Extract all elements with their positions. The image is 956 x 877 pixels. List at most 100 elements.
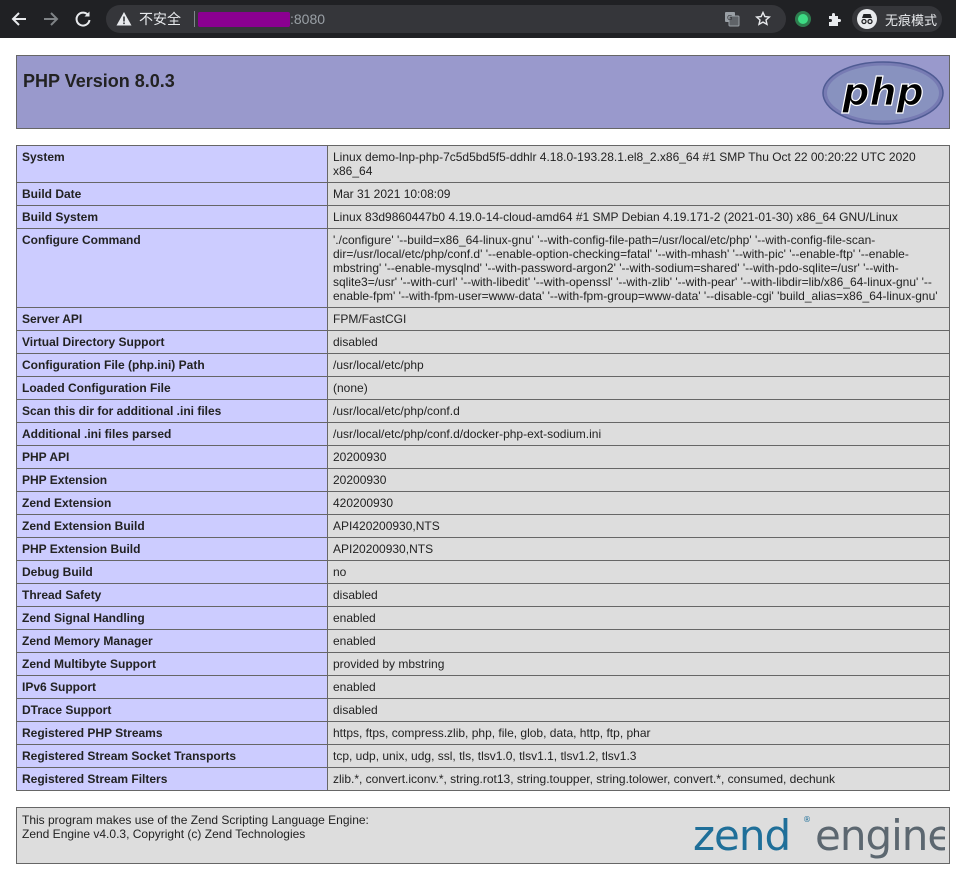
row-key: System [16, 145, 328, 183]
zend-notice: This program makes use of the Zend Scrip… [22, 813, 369, 841]
svg-text:php: php [841, 70, 923, 114]
svg-text:G: G [727, 14, 732, 22]
row-value: API420200930,NTS [327, 514, 950, 538]
table-row: Virtual Directory Support disabled [16, 330, 950, 354]
row-key: PHP Extension [16, 468, 328, 492]
row-value: disabled [327, 583, 950, 607]
table-row: IPv6 Support enabled [16, 675, 950, 699]
row-value: enabled [327, 629, 950, 653]
back-button[interactable] [7, 7, 31, 31]
row-value: './configure' '--build=x86_64-linux-gnu'… [327, 228, 950, 308]
security-label[interactable]: 不安全 [139, 11, 181, 27]
zend-engine-logo[interactable]: zend ® engine [693, 812, 945, 860]
table-row: Zend Signal Handling enabled [16, 606, 950, 630]
table-row: DTrace Support disabled [16, 698, 950, 722]
row-key: Zend Memory Manager [16, 629, 328, 653]
reload-button[interactable] [71, 7, 95, 31]
translate-icon[interactable]: G [724, 11, 740, 27]
row-value: /usr/local/etc/php/conf.d [327, 399, 950, 423]
row-key: Loaded Configuration File [16, 376, 328, 400]
table-row: Additional .ini files parsed/usr/local/e… [16, 422, 950, 446]
table-row: Zend Extension Build API420200930,NTS [16, 514, 950, 538]
back-arrow-icon [11, 12, 26, 26]
table-row: System Linux demo-lnp-php-7c5d5bd5f5-ddhl… [16, 145, 950, 183]
php-logo[interactable]: php [822, 61, 944, 125]
incognito-badge[interactable]: 无痕模式 [852, 6, 942, 32]
row-key: PHP API [16, 445, 328, 469]
table-row: Loaded Configuration File (none) [16, 376, 950, 400]
table-row: Registered Stream Filters zlib.*, convert… [16, 767, 950, 791]
row-key: Debug Build [16, 560, 328, 584]
table-row: Server API FPM/FastCGI [16, 307, 950, 331]
table-row: Build System Linux 83d9860447b0 4.19.0-14… [16, 205, 950, 229]
table-row: Zend Extension 420200930 [16, 491, 950, 515]
row-key: Scan this dir for additional .ini files [16, 399, 328, 423]
table-row: PHP API 20200930 [16, 445, 950, 469]
url-port: :8080 [290, 11, 326, 27]
row-key: Zend Extension Build [16, 514, 328, 538]
zend-notice-line1: This program makes use of the Zend Scrip… [22, 813, 369, 827]
table-row: Zend Multibyte Support provided by mbstri… [16, 652, 950, 676]
table-row: Configuration File (php.ini) Path/usr/lo… [16, 353, 950, 377]
zend-engine-box: This program makes use of the Zend Scrip… [16, 807, 950, 864]
zend-notice-line2: Zend Engine v4.0.3, Copyright (c) Zend T… [22, 827, 306, 841]
redacted-url-host [198, 12, 290, 27]
row-key: Thread Safety [16, 583, 328, 607]
row-key: Zend Signal Handling [16, 606, 328, 630]
row-key: Zend Extension [16, 491, 328, 515]
row-key: Registered PHP Streams [16, 721, 328, 745]
row-key: Configure Command [16, 228, 328, 308]
table-row: Scan this dir for additional .ini files /… [16, 399, 950, 423]
row-key: Additional .ini files parsed [16, 422, 328, 446]
row-value: tcp, udp, unix, udg, ssl, tls, tlsv1.0, … [327, 744, 950, 768]
forward-arrow-icon [44, 12, 59, 26]
reload-icon [75, 11, 91, 27]
table-row: PHP Extension 20200930 [16, 468, 950, 492]
row-key: Server API [16, 307, 328, 331]
row-value: 20200930 [327, 445, 950, 469]
browser-toolbar: 不安全 :8080 G 无痕模式 [0, 0, 956, 38]
row-value: Mar 31 2021 10:08:09 [327, 182, 950, 206]
incognito-label: 无痕模式 [885, 12, 938, 28]
row-value: (none) [327, 376, 950, 400]
row-value: disabled [327, 330, 950, 354]
warning-icon [116, 12, 132, 26]
row-key: Zend Multibyte Support [16, 652, 328, 676]
row-value: enabled [327, 675, 950, 699]
row-value: disabled [327, 698, 950, 722]
row-value: Linux demo-lnp-php-7c5d5bd5f5-ddhlr 4.18… [327, 145, 950, 183]
row-key: Registered Stream Filters [16, 767, 328, 791]
php-version-header: PHP Version 8.0.3 php [16, 55, 950, 129]
table-row: Registered Stream Socket Transports tcp, … [16, 744, 950, 768]
table-row: Build Date Mar 31 2021 10:08:09 [16, 182, 950, 206]
row-value: zlib.*, convert.iconv.*, string.rot13, s… [327, 767, 950, 791]
row-value: 20200930 [327, 468, 950, 492]
row-key: Virtual Directory Support [16, 330, 328, 354]
table-row: Configure Command './configure' '--build=… [16, 228, 950, 308]
row-key: DTrace Support [16, 698, 328, 722]
row-value: https, ftps, compress.zlib, php, file, g… [327, 721, 950, 745]
row-key: Registered Stream Socket Transports [16, 744, 328, 768]
svg-text:engine: engine [815, 812, 945, 860]
row-key: IPv6 Support [16, 675, 328, 699]
table-row: Thread Safety disabled [16, 583, 950, 607]
omnibox-divider [194, 11, 195, 27]
address-bar[interactable]: 不安全 :8080 G [106, 5, 786, 33]
page-title: PHP Version 8.0.3 [23, 71, 175, 91]
incognito-icon [857, 9, 877, 29]
bookmark-star-icon[interactable] [755, 11, 771, 27]
svg-text:®: ® [803, 815, 811, 824]
row-key: Build System [16, 205, 328, 229]
php-info-table: System Linux demo-lnp-php-7c5d5bd5f5-ddhl… [16, 145, 950, 791]
forward-button[interactable] [39, 7, 63, 31]
extension-status-icon[interactable] [795, 11, 811, 27]
row-key: Configuration File (php.ini) Path [16, 353, 328, 377]
row-value: FPM/FastCGI [327, 307, 950, 331]
table-row: Zend Memory Manager enabled [16, 629, 950, 653]
table-row: Debug Build no [16, 560, 950, 584]
row-value: /usr/local/etc/php [327, 353, 950, 377]
table-row: Registered PHP Streams https, ftps, compr… [16, 721, 950, 745]
row-value: Linux 83d9860447b0 4.19.0-14-cloud-amd64… [327, 205, 950, 229]
extensions-puzzle-icon[interactable] [826, 11, 843, 28]
row-value: /usr/local/etc/php/conf.d/docker-php-ext… [327, 422, 950, 446]
